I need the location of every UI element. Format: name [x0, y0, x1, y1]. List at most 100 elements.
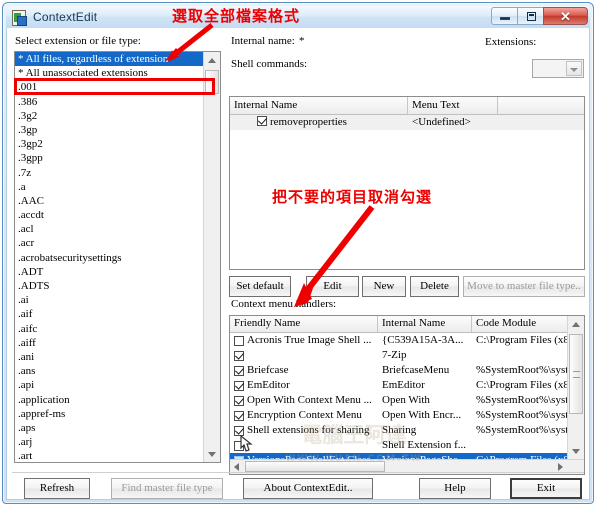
cell-code-module: C:\Program Files (x86)\E [476, 379, 567, 391]
list-item[interactable]: .art [15, 449, 203, 462]
table-row[interactable]: removeproperties <Undefined> [230, 115, 584, 130]
row-checkbox[interactable] [234, 335, 244, 346]
cell-friendly-name[interactable]: Acronis True Image Shell ... [230, 333, 378, 348]
list-item[interactable]: .api [15, 378, 203, 392]
list-item[interactable]: .ai [15, 293, 203, 307]
list-item[interactable]: .aiff [15, 336, 203, 350]
scroll-down-icon[interactable] [204, 446, 220, 462]
shell-commands-label: Shell commands: [231, 58, 308, 70]
list-item[interactable]: .3gp2 [15, 137, 203, 151]
list-item[interactable]: .appref-ms [15, 407, 203, 421]
annotation-middle-text: 把不要的項目取消勾選 [272, 188, 433, 206]
scroll-down-icon[interactable] [568, 443, 584, 459]
cell-internal-name: Open With Encr... [382, 409, 462, 421]
list-item[interactable]: .aif [15, 307, 203, 321]
list-item[interactable]: .arj [15, 435, 203, 449]
column-extra[interactable] [498, 97, 584, 114]
close-button[interactable]: ✕ [543, 7, 588, 25]
list-item[interactable]: .acl [15, 222, 203, 236]
context-menu-handlers-grid[interactable]: Friendly Name Internal Name Code Module … [229, 315, 585, 475]
cell-friendly-name[interactable]: Briefcase [230, 363, 378, 378]
cell-menu-text: <Undefined> [412, 116, 471, 128]
table-row[interactable]: Encryption Context Menu Open With Encr...… [230, 408, 567, 423]
list-item[interactable]: .aps [15, 421, 203, 435]
column-internal-name[interactable]: Internal Name [230, 97, 408, 114]
list-item[interactable]: .acr [15, 236, 203, 250]
shell-commands-header: Internal Name Menu Text [230, 97, 584, 115]
exit-button[interactable]: Exit [510, 478, 582, 499]
list-item[interactable]: .accdt [15, 208, 203, 222]
table-row[interactable]: Briefcase BriefcaseMenu %SystemRoot%\syste… [230, 363, 567, 378]
list-item[interactable]: .3g2 [15, 109, 203, 123]
column-menu-text[interactable]: Menu Text [408, 97, 498, 114]
cell-code-module: C:\Program Files (x86)\A [476, 334, 567, 346]
row-checkbox[interactable] [234, 410, 244, 421]
cell-friendly-name[interactable] [230, 350, 378, 361]
list-item[interactable]: .a [15, 180, 203, 194]
handlers-rows-viewport[interactable]: Friendly Name Internal Name Code Module … [230, 316, 567, 459]
cell-internal-name: EmEditor [382, 379, 425, 391]
chevron-down-icon[interactable] [566, 61, 582, 76]
minimize-button[interactable] [491, 7, 518, 25]
cell-code-module: %SystemRoot%\system32 [476, 409, 567, 421]
cell-internal-name: removeproperties [270, 116, 347, 128]
extension-list-scrollbar[interactable] [203, 52, 220, 462]
list-item[interactable]: .aifc [15, 322, 203, 336]
scrollbar-thumb-horizontal[interactable] [245, 461, 385, 472]
window-title: ContextEdit [33, 10, 98, 24]
document-shell-icon [11, 9, 27, 26]
scrollbar-thumb[interactable] [569, 334, 583, 414]
cell-friendly-name[interactable]: Encryption Context Menu [230, 408, 378, 423]
row-checkbox[interactable] [257, 116, 267, 126]
extensions-combo[interactable] [532, 59, 584, 78]
internal-name-value: * [299, 35, 305, 47]
list-item[interactable]: .386 [15, 95, 203, 109]
table-row[interactable]: Acronis True Image Shell ... {C539A15A-3A… [230, 333, 567, 348]
table-row[interactable]: Shell extensions for sharing Sharing %Syst… [230, 423, 567, 438]
cell-friendly-name[interactable]: Open With Context Menu ... [230, 393, 378, 408]
row-checkbox[interactable] [234, 395, 244, 406]
select-extension-label: Select extension or file type: [15, 35, 141, 47]
column-internal-name[interactable]: Internal Name [378, 316, 472, 332]
cell-internal-name: {C539A15A-3A... [382, 334, 464, 346]
column-friendly-name[interactable]: Friendly Name [230, 316, 378, 332]
list-item[interactable]: .AAC [15, 194, 203, 208]
list-item[interactable]: .ans [15, 364, 203, 378]
cell-friendly-name[interactable]: EmEditor [230, 378, 378, 393]
list-item[interactable]: .3gpp [15, 151, 203, 165]
list-item[interactable]: .ADT [15, 265, 203, 279]
delete-button[interactable]: Delete [410, 276, 459, 297]
cell-internal-name: Sharing [382, 424, 417, 436]
extension-list-items[interactable]: * All files, regardless of extension * Al… [15, 52, 203, 462]
cell-internal-name: 7-Zip [382, 349, 407, 361]
column-code-module[interactable]: Code Module [472, 316, 567, 332]
extension-list[interactable]: * All files, regardless of extension * Al… [14, 51, 221, 463]
table-row[interactable]: Open With Context Menu ... Open With %Syst… [230, 393, 567, 408]
list-item[interactable]: .ani [15, 350, 203, 364]
about-contextedit-button[interactable]: About ContextEdit.. [243, 478, 373, 499]
table-row[interactable]: 7-Zip [230, 348, 567, 363]
row-checkbox[interactable] [234, 380, 244, 391]
help-button[interactable]: Help [419, 478, 491, 499]
list-item[interactable]: .ADTS [15, 279, 203, 293]
handlers-vertical-scrollbar[interactable] [567, 316, 584, 459]
list-item[interactable]: .application [15, 393, 203, 407]
list-item[interactable]: .7z [15, 166, 203, 180]
table-row[interactable]: Shell Extension f... [230, 438, 567, 453]
list-item[interactable]: .acrobatsecuritysettings [15, 251, 203, 265]
cell-internal-name: BriefcaseMenu [382, 364, 450, 376]
scroll-up-icon[interactable] [568, 316, 584, 332]
move-to-master-file-type-button[interactable]: Move to master file type.. [463, 276, 585, 297]
find-master-file-type-button[interactable]: Find master file type [111, 478, 223, 499]
maximize-button[interactable] [517, 7, 544, 25]
table-row[interactable]: EmEditor EmEditor C:\Program Files (x86)\E [230, 378, 567, 393]
friendly-name-text: Shell extensions for sharing [247, 424, 370, 436]
close-icon: ✕ [560, 9, 571, 24]
extensions-label: Extensions: [485, 36, 537, 48]
row-checkbox[interactable] [234, 365, 244, 376]
list-item[interactable]: .3gp [15, 123, 203, 137]
window-controls: ✕ [491, 7, 588, 25]
row-checkbox[interactable] [234, 350, 244, 361]
mouse-cursor [240, 434, 253, 452]
refresh-button[interactable]: Refresh [24, 478, 90, 499]
